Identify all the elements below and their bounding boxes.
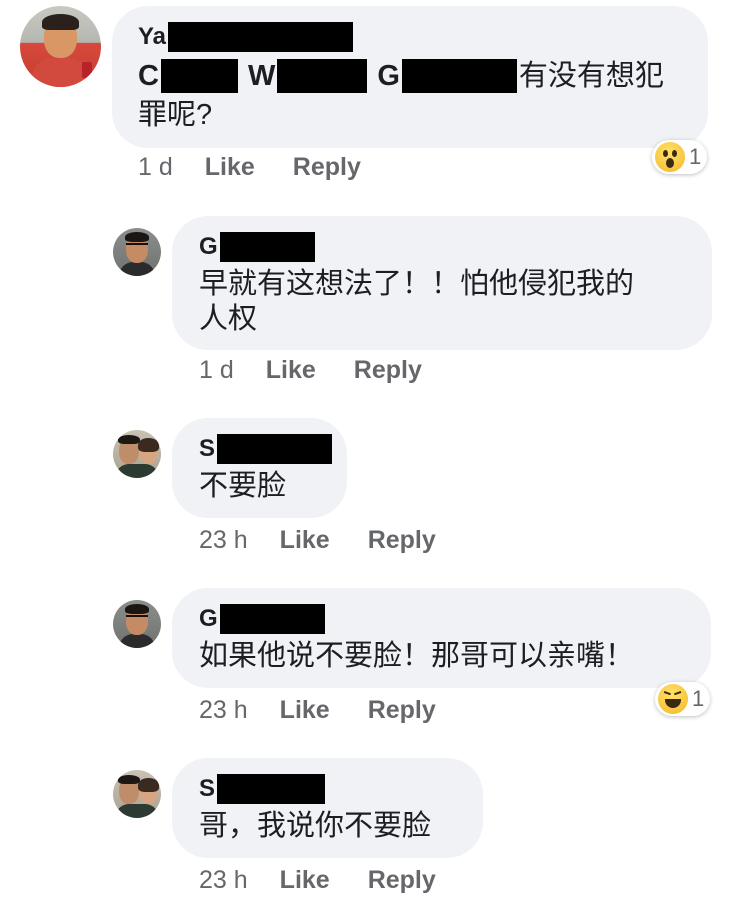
comment-text: 如果他说不要脸！那哥可以亲嘴！: [199, 640, 635, 672]
reply-button[interactable]: Reply: [368, 696, 436, 725]
avatar[interactable]: [113, 600, 161, 648]
reply-button[interactable]: Reply: [368, 526, 436, 555]
like-button[interactable]: Like: [280, 526, 330, 555]
timestamp[interactable]: 1 d: [199, 356, 234, 385]
redacted-name: [219, 604, 325, 634]
mention[interactable]: G: [377, 57, 400, 95]
timestamp[interactable]: 1 d: [138, 153, 173, 182]
timestamp[interactable]: 23 h: [199, 526, 248, 555]
author-name[interactable]: G: [199, 605, 218, 633]
reaction-count: 1: [692, 686, 705, 711]
comment-actions: 23 h Like Reply: [199, 696, 474, 725]
comment-author[interactable]: S: [199, 774, 326, 804]
comment-actions: 1 d Like Reply: [138, 153, 399, 182]
redacted-name: [160, 59, 238, 93]
avatar[interactable]: [113, 430, 161, 478]
comment-text-line2: 罪呢?: [138, 99, 213, 131]
reaction-count: 1: [689, 144, 702, 169]
reply-button[interactable]: Reply: [354, 356, 422, 385]
like-button[interactable]: Like: [205, 153, 255, 182]
avatar[interactable]: [113, 228, 161, 276]
redacted-name: [219, 232, 315, 262]
comment-actions: 1 d Like Reply: [199, 356, 460, 385]
avatar-hair: [42, 14, 79, 30]
reply-button[interactable]: Reply: [293, 153, 361, 182]
avatar[interactable]: [113, 770, 161, 818]
reaction-badge[interactable]: 1: [652, 140, 708, 174]
like-button[interactable]: Like: [266, 356, 316, 385]
comment-text: C W G 有没有想犯: [138, 57, 664, 95]
comment-author[interactable]: S: [199, 434, 333, 464]
comment-text: 哥，我说你不要脸: [199, 810, 432, 842]
comment-author[interactable]: G: [199, 604, 325, 634]
like-button[interactable]: Like: [280, 866, 330, 895]
comment-actions: 23 h Like Reply: [199, 866, 474, 895]
redacted-name: [401, 59, 517, 93]
redacted-name: [277, 59, 368, 93]
like-button[interactable]: Like: [280, 696, 330, 725]
author-name[interactable]: S: [199, 775, 215, 803]
redacted-name: [217, 434, 333, 464]
wow-reaction-icon: [655, 142, 685, 172]
comment-text-part: 有没有想犯: [518, 60, 664, 92]
mention[interactable]: W: [248, 57, 275, 95]
comment-author[interactable]: G: [199, 232, 315, 262]
timestamp[interactable]: 23 h: [199, 696, 248, 725]
author-name[interactable]: S: [199, 435, 215, 463]
reply-button[interactable]: Reply: [368, 866, 436, 895]
haha-reaction-icon: [658, 684, 688, 714]
redacted-name: [168, 22, 354, 52]
comment-text: 不要脸: [199, 470, 287, 502]
timestamp[interactable]: 23 h: [199, 866, 248, 895]
reaction-badge[interactable]: 1: [655, 682, 711, 716]
author-name[interactable]: Ya: [138, 23, 166, 51]
author-name[interactable]: G: [199, 233, 218, 261]
comment-text-line2: 人权: [199, 303, 258, 335]
comment-author[interactable]: Ya: [138, 22, 354, 52]
avatar[interactable]: [20, 6, 101, 87]
comment-text: 早就有这想法了！！怕他侵犯我的: [199, 268, 635, 300]
avatar-cup: [82, 62, 92, 78]
redacted-name: [217, 774, 326, 804]
mention[interactable]: C: [138, 57, 159, 95]
comment-actions: 23 h Like Reply: [199, 526, 474, 555]
